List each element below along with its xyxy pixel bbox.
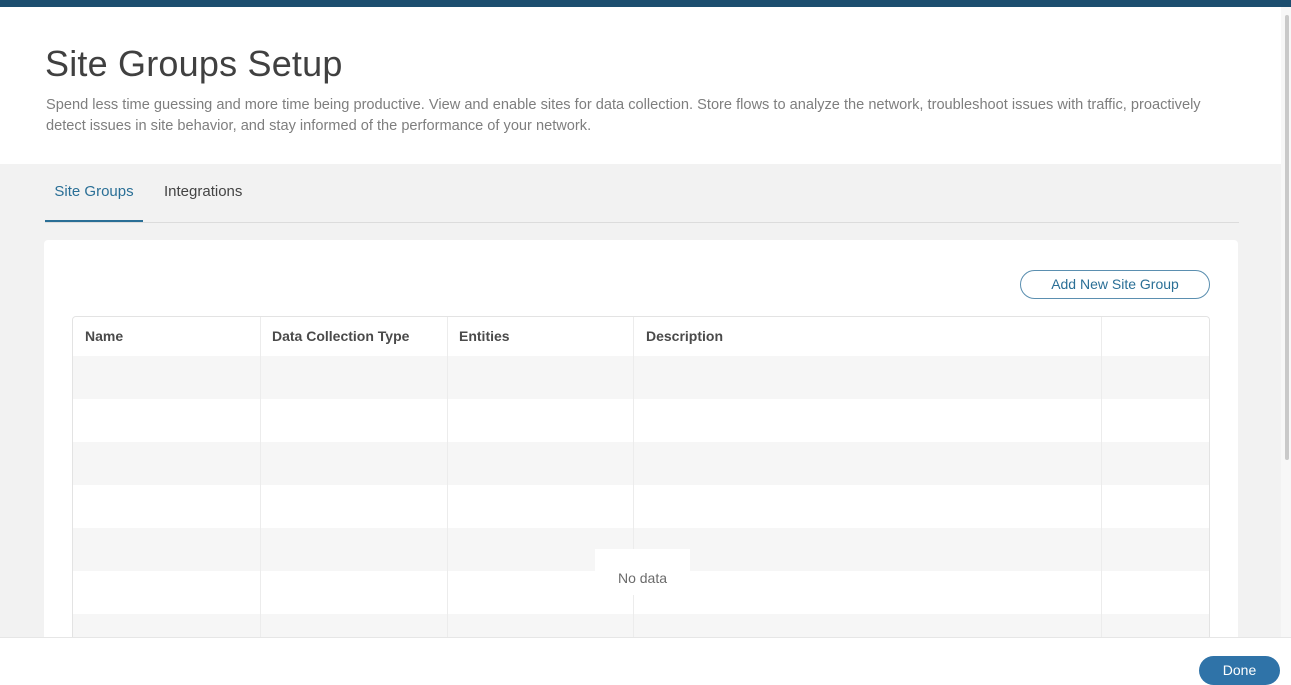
- table-header: Name Data Collection Type Entities Descr…: [73, 317, 1209, 356]
- empty-state-text: No data: [617, 570, 668, 586]
- add-new-site-group-button[interactable]: Add New Site Group: [1020, 270, 1210, 299]
- column-divider: [447, 317, 448, 660]
- site-groups-table: Name Data Collection Type Entities Descr…: [72, 316, 1210, 660]
- active-tab-indicator: [45, 220, 143, 222]
- page-description: Spend less time guessing and more time b…: [46, 97, 1201, 134]
- tab-site-groups[interactable]: Site Groups: [45, 182, 143, 221]
- page-title: Site Groups Setup: [45, 43, 343, 84]
- column-divider: [1101, 317, 1102, 660]
- column-divider: [260, 317, 261, 660]
- table-row: [73, 442, 1209, 485]
- page-scrollbar[interactable]: [1281, 7, 1291, 637]
- column-divider: [633, 317, 634, 660]
- page-header: Site Groups Setup Spend less time guessi…: [0, 7, 1281, 164]
- tab-integrations[interactable]: Integrations: [164, 182, 242, 221]
- column-header-description[interactable]: Description: [634, 317, 1102, 356]
- table-row: [73, 356, 1209, 399]
- column-header-entities[interactable]: Entities: [447, 317, 634, 356]
- top-bar: [0, 0, 1291, 7]
- column-header-actions: [1102, 317, 1209, 356]
- site-groups-card: Add New Site Group Name Data Collection …: [44, 240, 1238, 660]
- scrollbar-thumb[interactable]: [1285, 15, 1289, 460]
- tab-bar: Site Groups Integrations: [45, 182, 1239, 223]
- table-row: [73, 485, 1209, 528]
- column-header-name[interactable]: Name: [73, 317, 260, 356]
- footer-bar: Done: [0, 637, 1291, 685]
- column-header-data-collection-type[interactable]: Data Collection Type: [260, 317, 447, 356]
- main-content: Site Groups Integrations Add New Site Gr…: [0, 164, 1281, 660]
- table-row: [73, 399, 1209, 442]
